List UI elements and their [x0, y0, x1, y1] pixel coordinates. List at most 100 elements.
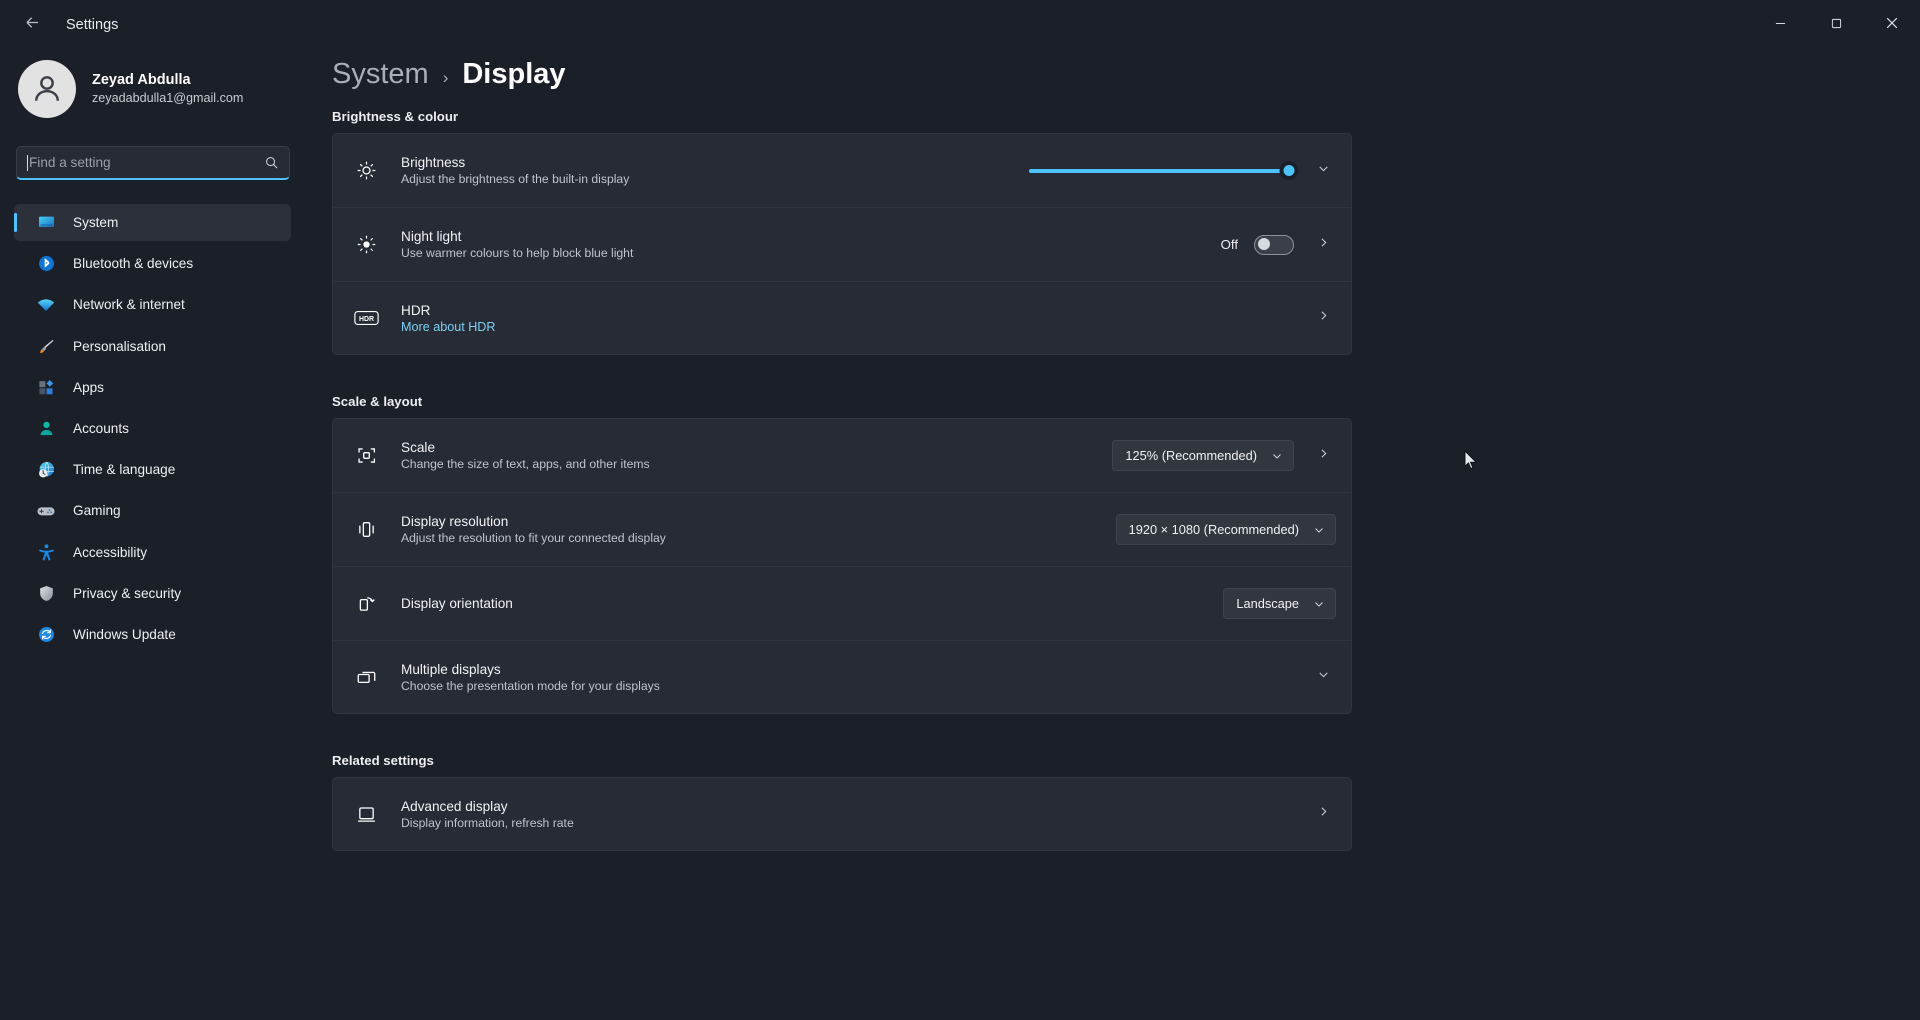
- sidebar-item-label: Accessibility: [73, 544, 148, 560]
- title-bar: Settings: [0, 0, 1920, 50]
- advanced-display-navigate-button[interactable]: [1310, 805, 1336, 823]
- sidebar-item-windows-update[interactable]: Windows Update: [14, 616, 291, 653]
- hdr-title: HDR: [401, 302, 431, 318]
- sidebar-item-accounts[interactable]: Accounts: [14, 410, 291, 447]
- chevron-down-icon: [1313, 524, 1325, 536]
- night-light-row[interactable]: Night light Use warmer colours to help b…: [332, 207, 1352, 281]
- chevron-right-icon: [1317, 447, 1330, 465]
- display-resolution-subtitle: Adjust the resolution to fit your connec…: [401, 531, 666, 545]
- sidebar-item-system[interactable]: System: [14, 204, 291, 241]
- multiple-displays-subtitle: Choose the presentation mode for your di…: [401, 678, 660, 693]
- account-email: zeyadabdulla1@gmail.com: [92, 91, 244, 106]
- monitor-icon: [36, 213, 56, 233]
- advanced-display-row[interactable]: Advanced display Display information, re…: [332, 777, 1352, 851]
- slider-fill: [1029, 168, 1289, 173]
- sidebar-item-apps[interactable]: Apps: [14, 369, 291, 406]
- sidebar-item-label: System: [73, 215, 119, 230]
- section-title-scale: Scale & layout: [332, 394, 423, 409]
- chevron-down-icon: [1313, 598, 1325, 610]
- multiple-displays-title: Multiple displays: [401, 661, 501, 677]
- brightness-card-group: Brightness Adjust the brightness of the …: [332, 133, 1352, 355]
- night-light-navigate-button[interactable]: [1310, 236, 1336, 254]
- resolution-icon: [351, 515, 381, 545]
- display-orientation-title: Display orientation: [401, 596, 513, 611]
- chevron-down-icon: [1317, 668, 1330, 686]
- bluetooth-icon: [36, 254, 56, 274]
- sidebar-item-accessibility[interactable]: Accessibility: [14, 534, 291, 571]
- sidebar-item-network-internet[interactable]: Network & internet: [14, 286, 291, 323]
- search-input[interactable]: [29, 155, 264, 170]
- sidebar-item-label: Network & internet: [73, 297, 185, 313]
- scale-subtitle: Change the size of text, apps, and other…: [401, 457, 650, 471]
- sidebar-item-label: Gaming: [73, 503, 121, 519]
- minimize-button[interactable]: [1752, 0, 1808, 50]
- display-orientation-row[interactable]: Display orientation Landscape: [332, 566, 1352, 640]
- account-block[interactable]: Zeyad Abdulla zeyadabdulla1@gmail.com: [0, 50, 310, 118]
- wifi-icon: [36, 295, 56, 315]
- brightness-slider[interactable]: [1029, 161, 1299, 181]
- sidebar-item-bluetooth-devices[interactable]: Bluetooth & devices: [14, 245, 291, 282]
- sidebar-item-label: Bluetooth & devices: [73, 256, 194, 272]
- section-title-brightness: Brightness & colour: [332, 109, 459, 124]
- search-icon[interactable]: [264, 155, 279, 170]
- slider-thumb[interactable]: [1279, 161, 1299, 180]
- sidebar-item-personalisation[interactable]: Personalisation: [14, 328, 291, 365]
- night-light-subtitle: Use warmer colours to help block blue li…: [401, 246, 634, 260]
- brightness-expand-button[interactable]: [1310, 162, 1336, 180]
- svg-text:HDR: HDR: [359, 316, 374, 323]
- display-orientation-dropdown[interactable]: Landscape: [1223, 588, 1336, 619]
- advanced-display-subtitle: Display information, refresh rate: [401, 815, 574, 830]
- paintbrush-icon: [36, 336, 56, 356]
- text-caret: [27, 154, 28, 171]
- scale-card-group: Scale Change the size of text, apps, and…: [332, 418, 1352, 714]
- gamepad-icon: [36, 501, 56, 521]
- close-button[interactable]: [1864, 0, 1920, 50]
- search-box[interactable]: [16, 146, 290, 180]
- scale-navigate-button[interactable]: [1310, 447, 1336, 465]
- night-light-state-label: Off: [1220, 237, 1238, 252]
- scale-row[interactable]: Scale Change the size of text, apps, and…: [332, 418, 1352, 492]
- night-light-toggle[interactable]: [1254, 234, 1294, 255]
- account-name: Zeyad Abdulla: [92, 71, 191, 88]
- back-button[interactable]: [12, 9, 52, 41]
- scale-dropdown[interactable]: 125% (Recommended): [1112, 440, 1294, 471]
- chevron-right-icon: [1317, 805, 1330, 823]
- display-resolution-title: Display resolution: [401, 514, 509, 529]
- clock-globe-icon: [36, 460, 56, 480]
- breadcrumb: System › Display: [310, 50, 1920, 91]
- multiple-displays-row[interactable]: Multiple displays Choose the presentatio…: [332, 640, 1352, 714]
- hdr-link[interactable]: More about HDR: [401, 320, 496, 334]
- breadcrumb-system[interactable]: System: [332, 58, 429, 91]
- multiple-displays-expand-button[interactable]: [1310, 668, 1336, 686]
- sidebar-item-time-language[interactable]: Time & language: [14, 451, 291, 488]
- display-resolution-dropdown[interactable]: 1920 × 1080 (Recommended): [1115, 514, 1336, 545]
- maximize-icon: [1831, 16, 1842, 34]
- maximize-button[interactable]: [1808, 0, 1864, 50]
- breadcrumb-separator: ›: [442, 68, 449, 87]
- chevron-down-icon: [1271, 450, 1283, 462]
- brightness-row[interactable]: Brightness Adjust the brightness of the …: [332, 133, 1352, 207]
- night-light-icon: [351, 230, 381, 260]
- display-resolution-row[interactable]: Display resolution Adjust the resolution…: [332, 492, 1352, 566]
- apps-icon: [36, 377, 56, 397]
- sidebar-item-gaming[interactable]: Gaming: [14, 492, 291, 529]
- orientation-icon: [351, 589, 381, 619]
- window-title: Settings: [66, 17, 119, 33]
- advanced-display-icon: [351, 799, 381, 829]
- main-content: System › Display Brightness & colour Bri…: [310, 50, 1920, 1020]
- close-icon: [1886, 16, 1898, 34]
- chevron-right-icon: [1317, 309, 1330, 327]
- hdr-navigate-button[interactable]: [1310, 309, 1336, 327]
- chevron-right-icon: [1317, 236, 1330, 254]
- accessibility-icon: [36, 542, 56, 562]
- sidebar-item-label: Apps: [73, 379, 104, 395]
- sidebar-item-privacy-security[interactable]: Privacy & security: [14, 575, 291, 612]
- hdr-row[interactable]: HDR HDR More about HDR: [332, 281, 1352, 355]
- search-container: [16, 146, 292, 180]
- brightness-title: Brightness: [401, 155, 466, 170]
- night-light-title: Night light: [401, 229, 462, 244]
- section-title-related: Related settings: [332, 753, 434, 768]
- arrow-left-icon: [23, 13, 42, 37]
- minimize-icon: [1775, 16, 1786, 34]
- hdr-icon: HDR: [351, 303, 381, 333]
